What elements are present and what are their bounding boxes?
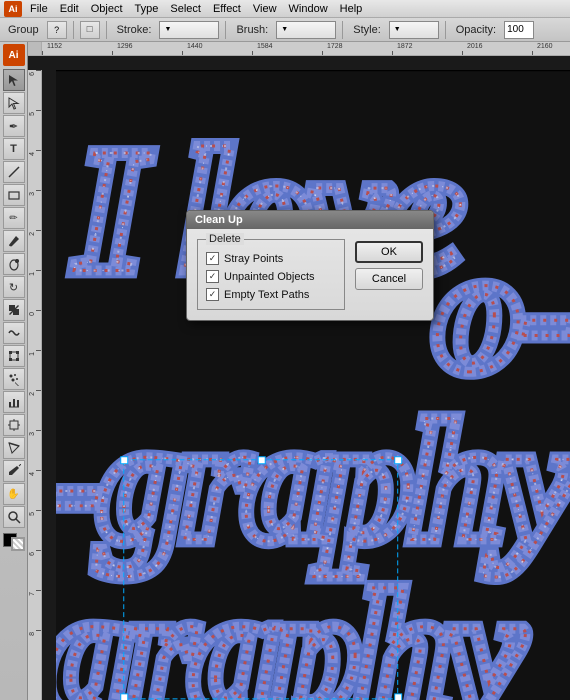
menu-edit[interactable]: Edit bbox=[54, 0, 85, 18]
dialog-body: Delete ✓ Stray Points ✓ Unpainted Object… bbox=[187, 229, 433, 320]
toolbar-separator-5 bbox=[445, 21, 446, 39]
vertical-ruler: 6 5 4 3 2 1 0 1 2 3 4 5 6 7 8 bbox=[28, 70, 42, 700]
stray-points-checkbox[interactable]: ✓ bbox=[206, 252, 219, 265]
direct-selection-tool[interactable] bbox=[3, 92, 25, 114]
color-boxes bbox=[3, 533, 25, 551]
shape-tool[interactable] bbox=[3, 184, 25, 206]
unpainted-objects-label: Unpainted Objects bbox=[224, 271, 315, 283]
group-label: Group bbox=[4, 24, 43, 36]
blob-brush-tool[interactable] bbox=[3, 253, 25, 275]
rotate-tool[interactable]: ↻ bbox=[3, 276, 25, 298]
menu-bar: Ai File Edit Object Type Select Effect V… bbox=[0, 0, 570, 18]
toolbar-separator-4 bbox=[342, 21, 343, 39]
dialog-buttons: OK Cancel bbox=[355, 239, 423, 310]
slice-tool[interactable] bbox=[3, 437, 25, 459]
horizontal-ruler: 1152129614401584172818722016216023042448 bbox=[28, 42, 570, 56]
pen-tool[interactable]: ✒ bbox=[3, 115, 25, 137]
ruler-h-number: 1872 bbox=[397, 43, 413, 50]
opacity-label: Opacity: bbox=[452, 24, 500, 36]
ruler-v-number: 6 bbox=[29, 552, 36, 556]
menu-type[interactable]: Type bbox=[129, 0, 165, 18]
question-button[interactable]: ? bbox=[47, 21, 67, 39]
ruler-h-number: 2160 bbox=[537, 43, 553, 50]
pencil-tool[interactable]: ✏ bbox=[3, 207, 25, 229]
toolbar-separator-2 bbox=[106, 21, 107, 39]
menu-view[interactable]: View bbox=[247, 0, 283, 18]
cleanup-dialog: Clean Up Delete ✓ Stray Points ✓ bbox=[186, 210, 434, 321]
menu-window[interactable]: Window bbox=[283, 0, 334, 18]
stroke-label: Stroke: bbox=[113, 24, 156, 36]
stray-points-label: Stray Points bbox=[224, 253, 283, 265]
ai-logo: Ai bbox=[4, 1, 22, 17]
graph-tool[interactable] bbox=[3, 391, 25, 413]
ruler-v-number: 6 bbox=[29, 72, 36, 76]
unpainted-objects-checkbox[interactable]: ✓ bbox=[206, 270, 219, 283]
empty-text-paths-row: ✓ Empty Text Paths bbox=[206, 288, 336, 301]
style-label: Style: bbox=[349, 24, 385, 36]
free-transform-tool[interactable] bbox=[3, 345, 25, 367]
dialog-titlebar: Clean Up bbox=[187, 211, 433, 229]
menu-select[interactable]: Select bbox=[164, 0, 207, 18]
line-tool[interactable] bbox=[3, 161, 25, 183]
empty-text-paths-checkbox[interactable]: ✓ bbox=[206, 288, 219, 301]
brush-dropdown[interactable] bbox=[276, 21, 336, 39]
main-area: Ai ✒ T ✏ ↻ bbox=[0, 42, 570, 700]
cancel-button[interactable]: Cancel bbox=[355, 268, 423, 290]
ruler-h-number: 2016 bbox=[467, 43, 483, 50]
ruler-h-number: 1152 bbox=[47, 43, 62, 50]
eyedropper-tool[interactable] bbox=[3, 460, 25, 482]
menu-file[interactable]: File bbox=[24, 0, 54, 18]
menu-effect[interactable]: Effect bbox=[207, 0, 247, 18]
empty-text-paths-label: Empty Text Paths bbox=[224, 289, 309, 301]
hand-tool[interactable]: ✋ bbox=[3, 483, 25, 505]
menu-object[interactable]: Object bbox=[85, 0, 129, 18]
scale-tool[interactable] bbox=[3, 299, 25, 321]
stroke-mode-icon[interactable]: ☐ bbox=[80, 21, 100, 39]
ruler-v-number: 5 bbox=[29, 112, 36, 116]
ruler-v-number: 2 bbox=[29, 232, 36, 236]
symbol-spray-tool[interactable] bbox=[3, 368, 25, 390]
unpainted-objects-row: ✓ Unpainted Objects bbox=[206, 270, 336, 283]
menu-help[interactable]: Help bbox=[334, 0, 369, 18]
warp-tool[interactable] bbox=[3, 322, 25, 344]
artboard-tool[interactable] bbox=[3, 414, 25, 436]
toolbar-separator-3 bbox=[225, 21, 226, 39]
top-toolbar: Group ? ☐ Stroke: Brush: Style: Opacity:… bbox=[0, 18, 570, 42]
dialog-overlay: Clean Up Delete ✓ Stray Points ✓ bbox=[56, 70, 570, 700]
ruler-v-number: 1 bbox=[29, 352, 36, 356]
ruler-h-number: 1296 bbox=[117, 43, 133, 50]
ruler-v-number: 7 bbox=[29, 592, 36, 596]
ruler-v-number: 4 bbox=[29, 152, 36, 156]
ruler-v-number: 3 bbox=[29, 192, 36, 196]
delete-group: Delete ✓ Stray Points ✓ Unpainted Object… bbox=[197, 239, 345, 310]
ruler-v-number: 4 bbox=[29, 472, 36, 476]
type-tool[interactable]: T bbox=[3, 138, 25, 160]
brush-label: Brush: bbox=[232, 24, 272, 36]
ruler-v-number: 5 bbox=[29, 512, 36, 516]
ai-toolbox-logo: Ai bbox=[3, 44, 25, 66]
stroke-dropdown[interactable] bbox=[159, 21, 219, 39]
delete-group-label: Delete bbox=[206, 233, 244, 245]
stray-points-row: ✓ Stray Points bbox=[206, 252, 336, 265]
canvas-wrapper: 1152129614401584172818722016216023042448… bbox=[28, 42, 570, 700]
canvas-area[interactable]: I love I love I love I love I love o- o- bbox=[56, 70, 570, 700]
ruler-h-number: 1728 bbox=[327, 43, 343, 50]
zoom-tool[interactable] bbox=[3, 506, 25, 528]
ruler-h-number: 1584 bbox=[257, 43, 273, 50]
ok-button[interactable]: OK bbox=[355, 241, 423, 263]
ruler-v-number: 2 bbox=[29, 392, 36, 396]
toolbar-separator-1 bbox=[73, 21, 74, 39]
style-dropdown[interactable] bbox=[389, 21, 439, 39]
brush-tool[interactable] bbox=[3, 230, 25, 252]
ruler-h-number: 1440 bbox=[187, 43, 203, 50]
ruler-v-number: 0 bbox=[29, 312, 36, 316]
opacity-input[interactable]: 100 bbox=[504, 21, 534, 39]
ruler-v-number: 8 bbox=[29, 632, 36, 636]
selection-tool[interactable] bbox=[3, 69, 25, 91]
left-toolbox: Ai ✒ T ✏ ↻ bbox=[0, 42, 28, 700]
ruler-v-number: 3 bbox=[29, 432, 36, 436]
ruler-v-number: 1 bbox=[29, 272, 36, 276]
